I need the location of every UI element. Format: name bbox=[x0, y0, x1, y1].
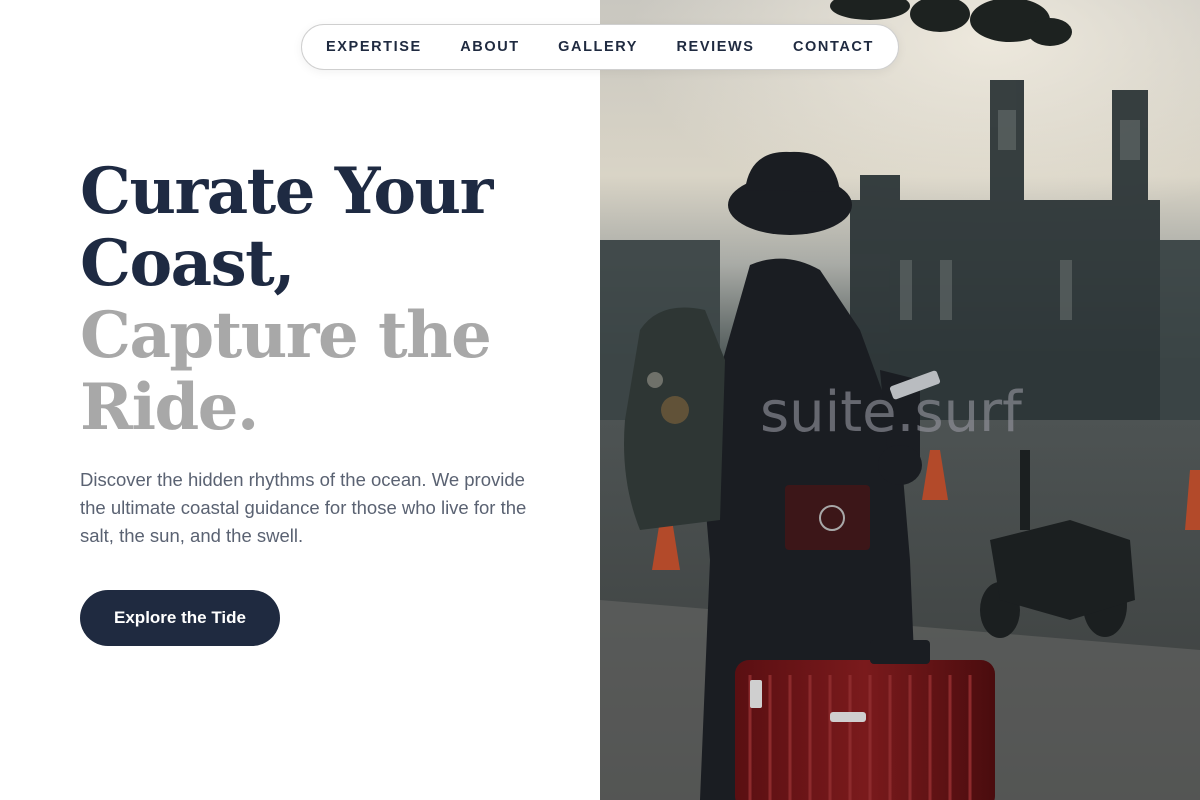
headline-line-4: Ride. bbox=[80, 370, 259, 445]
hero-headline: Curate Your Coast, Capture the Ride. bbox=[80, 156, 580, 444]
explore-the-tide-button[interactable]: Explore the Tide bbox=[80, 590, 280, 646]
hero-description: Discover the hidden rhythms of the ocean… bbox=[80, 469, 527, 546]
nav-item-gallery[interactable]: GALLERY bbox=[558, 39, 638, 55]
headline-line-3: Capture the bbox=[80, 298, 492, 373]
traveler-photo bbox=[600, 0, 1200, 800]
nav-item-contact[interactable]: CONTACT bbox=[793, 39, 874, 55]
hero-left-panel: Curate Your Coast, Capture the Ride. Dis… bbox=[0, 0, 600, 800]
headline-line-2: Coast, bbox=[80, 226, 295, 301]
nav-item-expertise[interactable]: EXPERTISE bbox=[326, 39, 422, 55]
nav-item-reviews[interactable]: REVIEWS bbox=[676, 39, 754, 55]
headline-line-1: Curate Your bbox=[80, 154, 493, 229]
nav-item-about[interactable]: ABOUT bbox=[460, 39, 520, 55]
top-navigation: EXPERTISE ABOUT GALLERY REVIEWS CONTACT bbox=[301, 24, 899, 70]
hero-photo bbox=[600, 0, 1200, 800]
